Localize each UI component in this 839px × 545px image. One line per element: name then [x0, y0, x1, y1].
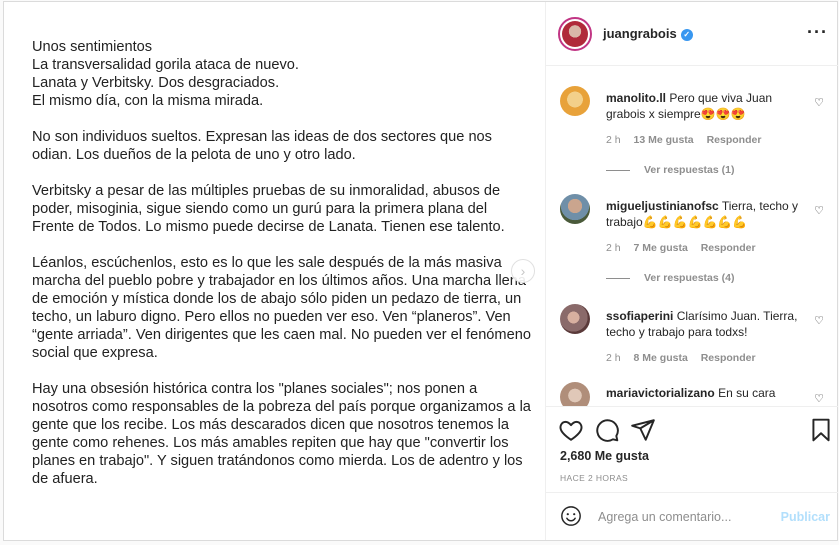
comment-text: En su cara — [718, 386, 776, 400]
commenter-username[interactable]: manolito.ll — [606, 91, 666, 105]
media-paragraph: Hay una obsesión histórica contra los "p… — [32, 381, 531, 487]
author-username[interactable]: juangrabois — [603, 26, 677, 41]
publish-button[interactable]: Publicar — [781, 510, 830, 524]
media-paragraph: Léanlos, escúchenlos, esto es lo que les… — [32, 255, 531, 361]
comment-time: 2 h — [606, 242, 621, 254]
like-comment-heart-icon[interactable]: ♡ — [814, 392, 824, 405]
comment-likes[interactable]: 7 Me gusta — [634, 242, 688, 254]
reply-button[interactable]: Responder — [701, 242, 756, 254]
view-replies-button[interactable]: Ver respuestas (4) — [606, 272, 734, 284]
view-replies-label: Ver respuestas (1) — [644, 164, 735, 176]
commenter-username[interactable]: mariavictorializano — [606, 386, 715, 400]
comment-bubble-icon[interactable] — [594, 417, 620, 443]
verified-badge-icon: ✓ — [680, 28, 693, 41]
like-comment-heart-icon[interactable]: ♡ — [814, 314, 824, 327]
media-paragraph: No son individuos sueltos. Expresan las … — [32, 129, 492, 163]
post-container: Unos sentimientos La transversalidad gor… — [3, 1, 838, 541]
post-media[interactable]: Unos sentimientos La transversalidad gor… — [4, 2, 545, 540]
media-paragraph: Unos sentimientos La transversalidad gor… — [32, 39, 299, 109]
replies-divider — [606, 277, 630, 279]
chevron-right-icon: › — [520, 263, 526, 279]
emoji-smiley-icon[interactable] — [560, 505, 582, 527]
like-comment-heart-icon[interactable]: ♡ — [814, 204, 824, 217]
comment-likes[interactable]: 8 Me gusta — [634, 352, 688, 364]
more-options-icon[interactable]: ··· — [807, 22, 828, 43]
post-actions: 2,680 Me gusta HACE 2 HORAS — [546, 406, 838, 492]
post-header: juangrabois ✓ ··· — [546, 2, 838, 66]
post-time[interactable]: HACE 2 HORAS — [560, 473, 628, 483]
like-comment-heart-icon[interactable]: ♡ — [814, 96, 824, 109]
media-text: Unos sentimientos La transversalidad gor… — [32, 38, 532, 506]
replies-divider — [606, 169, 630, 171]
post-sidebar: juangrabois ✓ ··· manolito.ll Pero que vi… — [545, 2, 838, 540]
reply-button[interactable]: Responder — [701, 352, 756, 364]
comment-likes[interactable]: 13 Me gusta — [634, 134, 694, 146]
share-paper-plane-icon[interactable] — [630, 417, 656, 443]
comment-input[interactable] — [596, 505, 770, 529]
media-paragraph: Verbitsky a pesar de las múltiples prueb… — [32, 183, 505, 235]
view-replies-label: Ver respuestas (4) — [644, 272, 735, 284]
commenter-avatar[interactable] — [560, 382, 590, 406]
commenter-avatar[interactable] — [560, 194, 590, 224]
reply-button[interactable]: Responder — [707, 134, 762, 146]
comment-time: 2 h — [606, 134, 621, 146]
comments-list: manolito.ll Pero que viva Juan grabois x… — [546, 66, 838, 406]
save-bookmark-icon[interactable] — [808, 417, 834, 443]
comment-time: 2 h — [606, 352, 621, 364]
likes-count[interactable]: 2,680 Me gusta — [560, 449, 649, 463]
commenter-username[interactable]: migueljustinianofsc — [606, 199, 719, 213]
commenter-avatar[interactable] — [560, 304, 590, 334]
view-replies-button[interactable]: Ver respuestas (1) — [606, 164, 734, 176]
commenter-username[interactable]: ssofiaperini — [606, 309, 673, 323]
author-avatar[interactable] — [558, 17, 592, 51]
like-heart-icon[interactable] — [558, 417, 584, 443]
avatar-image — [562, 21, 588, 47]
commenter-avatar[interactable] — [560, 86, 590, 116]
next-slide-button[interactable]: › — [511, 259, 535, 283]
add-comment-bar: Publicar — [546, 492, 838, 540]
